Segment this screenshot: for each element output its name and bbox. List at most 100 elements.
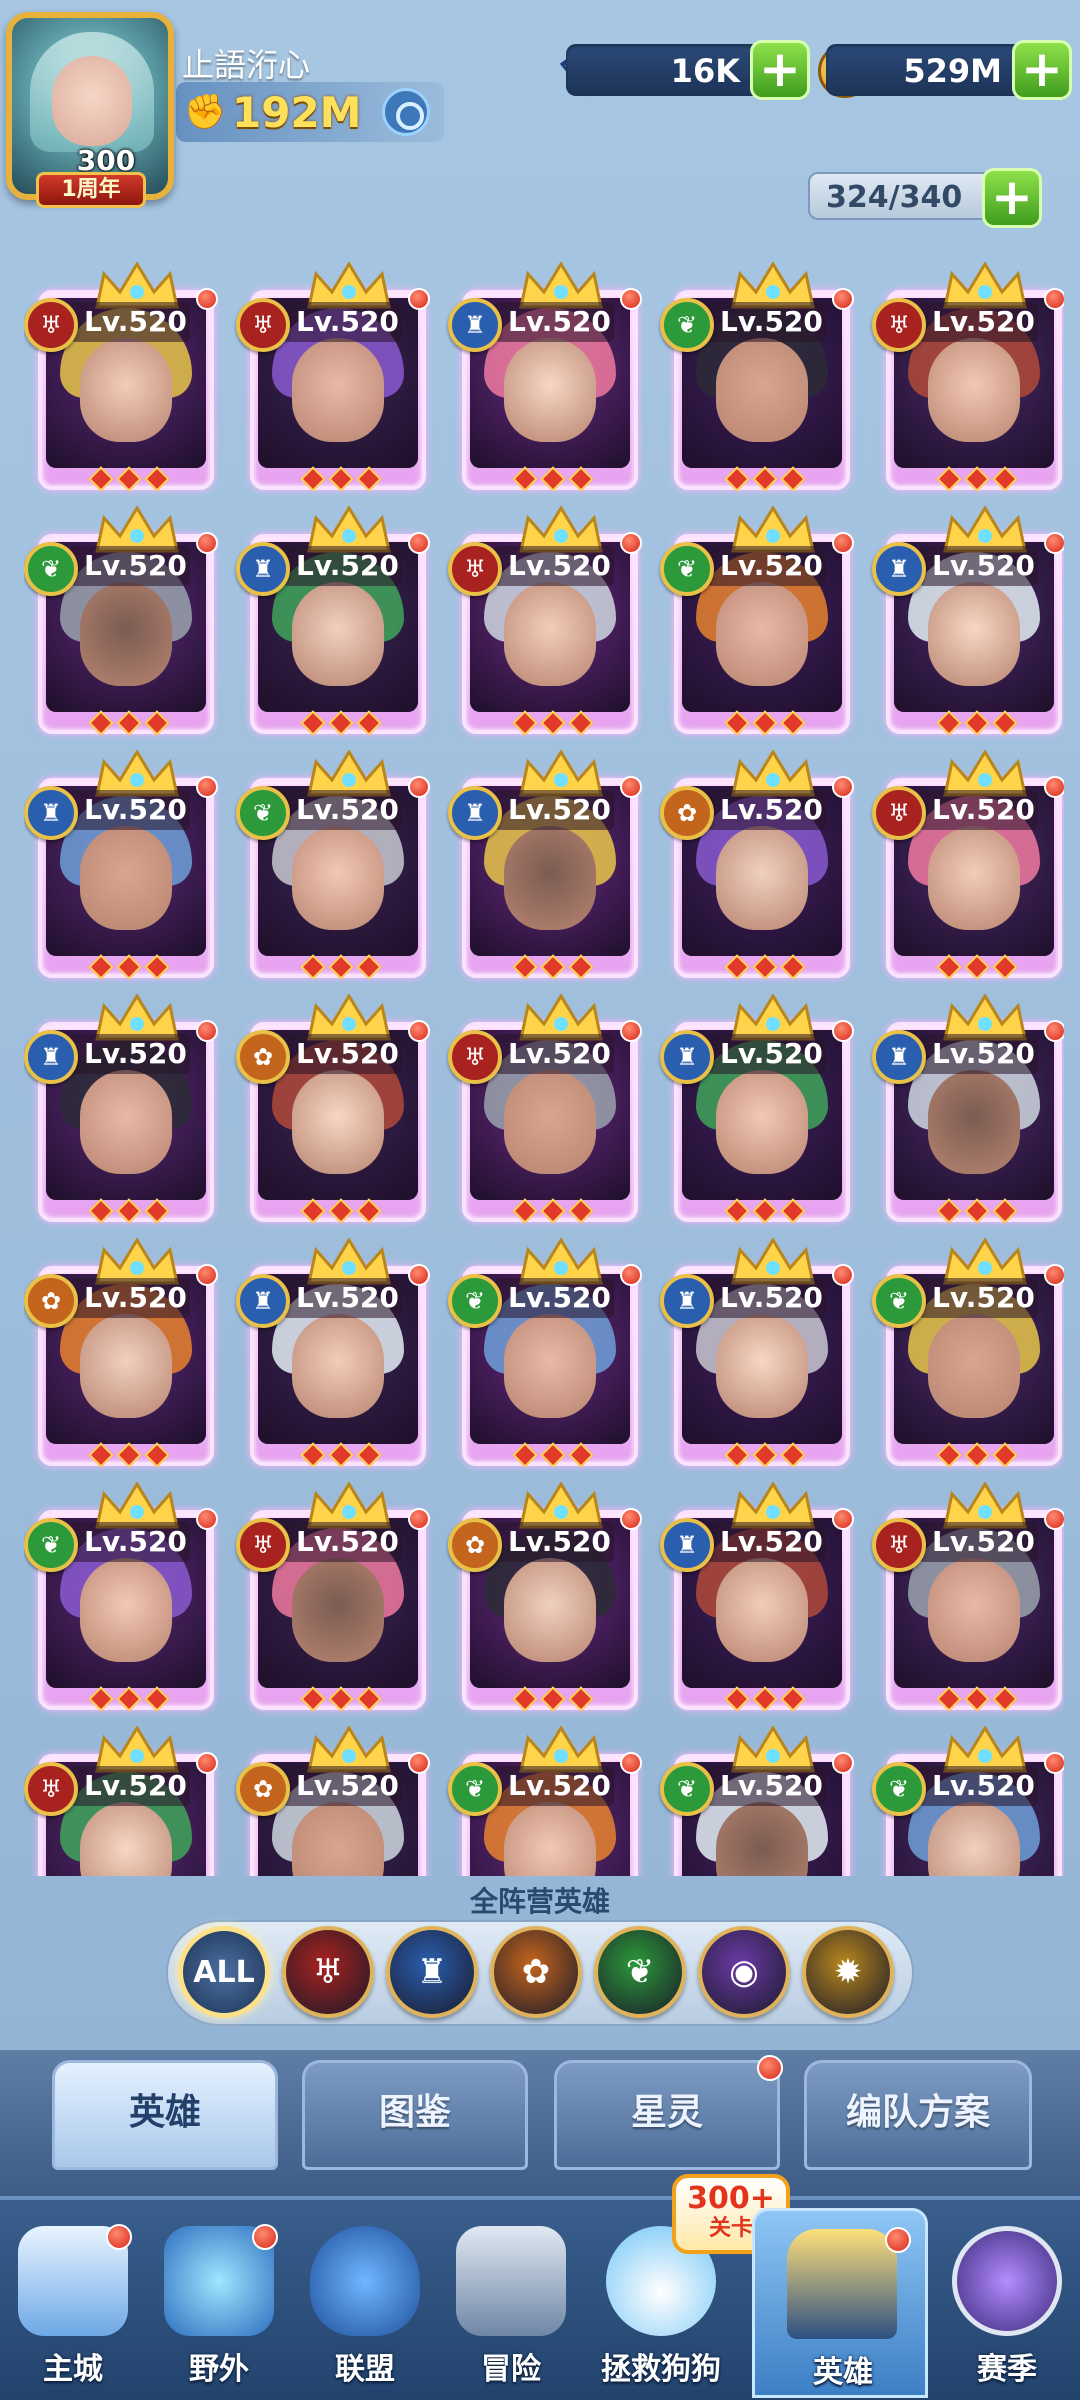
star-gems [934,1686,1024,1714]
hero-card[interactable]: Lv.520 ❦ [24,506,218,742]
hero-card[interactable]: Lv.520 ♜ [872,994,1064,1230]
star-gems [298,466,388,494]
hero-card[interactable]: Lv.520 ✿ [236,1726,430,1876]
hero-capacity: 324/340 + [808,168,1042,228]
gem-icon [964,1686,990,1712]
hero-card[interactable]: Lv.520 ♜ [448,750,642,986]
hero-card[interactable]: Lv.520 ♜ [872,506,1064,742]
faction-green-icon: ❦ [660,542,714,596]
filter-gold-faction-button[interactable]: ✹ [802,1926,894,2018]
add-gems-button[interactable]: + [750,40,810,100]
orb-icon: ◉ [729,1952,759,1992]
hero-card[interactable]: Lv.520 ❦ [660,1726,854,1876]
tab-codex[interactable]: 图鉴 [302,2060,528,2170]
hero-card[interactable]: Lv.520 ♜ [660,1238,854,1474]
gem-icon [512,710,538,736]
hero-level: Lv.520 [494,1522,614,1562]
filter-red-faction-button[interactable]: ♅ [282,1926,374,2018]
gem-icon [356,1198,382,1224]
hero-card[interactable]: Lv.520 ✿ [236,994,430,1230]
faction-glyph: ♜ [676,1043,698,1071]
hero-level: Lv.520 [70,1278,190,1318]
hero-card[interactable]: Lv.520 ❦ [448,1726,642,1876]
faction-red-icon: ♅ [872,786,926,840]
hero-card[interactable]: Lv.520 ♅ [872,750,1064,986]
gem-icon [512,1442,538,1468]
add-gold-button[interactable]: + [1012,40,1072,100]
faction-glyph: ♜ [464,311,486,339]
hero-card[interactable]: Lv.520 ♅ [448,506,642,742]
nav-wilderness[interactable]: 野外 [146,2208,292,2398]
hero-card[interactable]: Lv.520 ♅ [24,262,218,498]
hero-card[interactable]: Lv.520 ♜ [660,994,854,1230]
star-gems [722,954,812,982]
notification-dot [757,2055,783,2081]
hero-card[interactable]: Lv.520 ♅ [236,262,430,498]
faction-orange-icon: ✿ [236,1030,290,1084]
nav-alliance[interactable]: 联盟 [292,2208,438,2398]
hero-card[interactable]: Lv.520 ♜ [448,262,642,498]
hero-card[interactable]: Lv.520 ❦ [24,1482,218,1718]
hero-face [292,582,384,686]
hero-card[interactable]: Lv.520 ❦ [236,750,430,986]
faction-glyph: ♜ [464,799,486,827]
nav-heroes[interactable]: 英雄 [752,2208,928,2398]
notification-dot [832,776,854,798]
filter-blue-faction-button[interactable]: ♜ [386,1926,478,2018]
tab-heroes[interactable]: 英雄 [52,2060,278,2170]
helmet-icon [787,2229,897,2339]
hero-card[interactable]: Lv.520 ♅ [236,1482,430,1718]
expand-capacity-button[interactable]: + [982,168,1042,228]
gem-icon [964,710,990,736]
hero-card[interactable]: Lv.520 ❦ [872,1726,1064,1876]
filter-purple-faction-button[interactable]: ◉ [698,1926,790,2018]
faction-glyph: ♜ [252,555,274,583]
hero-card[interactable]: Lv.520 ✿ [448,1482,642,1718]
hero-card[interactable]: Lv.520 ♅ [24,1726,218,1876]
player-name: 止語洐心 [182,46,311,84]
hero-card[interactable]: Lv.520 ❦ [660,506,854,742]
nav-season[interactable]: 赛季 [934,2208,1080,2398]
filter-orange-faction-button[interactable]: ✿ [490,1926,582,2018]
hero-level: Lv.520 [282,790,402,830]
hero-card[interactable]: Lv.520 ✿ [24,1238,218,1474]
hero-card[interactable]: Lv.520 ♅ [872,262,1064,498]
power-display: ✊ 192M [176,82,444,142]
hero-card[interactable]: Lv.520 ♜ [236,506,430,742]
hero-level: Lv.520 [70,1766,190,1806]
hero-card[interactable]: Lv.520 ❦ [448,1238,642,1474]
star-gems [298,1198,388,1226]
faction-glyph: ♅ [464,1043,486,1071]
hero-face [504,582,596,686]
hero-card[interactable]: Lv.520 ♅ [872,1482,1064,1718]
hero-card[interactable]: Lv.520 ♅ [448,994,642,1230]
gem-icon [356,466,382,492]
tab-spirits[interactable]: 星灵 [554,2055,783,2170]
filter-all-button[interactable]: ALL [178,1926,270,2018]
tab-formations[interactable]: 编队方案 [804,2060,1032,2170]
target-icon[interactable] [382,88,430,136]
hero-face [716,338,808,442]
hero-card[interactable]: Lv.520 ✿ [660,750,854,986]
hero-card[interactable]: Lv.520 ❦ [872,1238,1064,1474]
nav-main-city[interactable]: 主城 [0,2208,146,2398]
hero-card[interactable]: Lv.520 ❦ [660,262,854,498]
notification-dot [196,532,218,554]
nav-adventure[interactable]: 冒险 [438,2208,584,2398]
gem-icon [780,466,806,492]
hero-card[interactable]: Lv.520 ♜ [24,750,218,986]
hero-card[interactable]: Lv.520 ♜ [660,1482,854,1718]
filter-green-faction-button[interactable]: ❦ [594,1926,686,2018]
hero-card[interactable]: Lv.520 ♜ [24,994,218,1230]
season-star-icon [952,2226,1062,2336]
gem-icon [568,1198,594,1224]
faction-blue-icon: ♜ [24,786,78,840]
hero-level: Lv.520 [70,302,190,342]
hero-card[interactable]: Lv.520 ♜ [236,1238,430,1474]
star-gems [510,1442,600,1470]
top-bar: 300 1周年 止語洐心 ✊ 192M 16K + 529M + 324/340… [0,0,1080,230]
power-value: 192M [232,88,362,137]
anniversary-badge: 1周年 [36,172,146,208]
faction-glyph: ✿ [40,1287,62,1315]
notification-dot [1044,532,1064,554]
